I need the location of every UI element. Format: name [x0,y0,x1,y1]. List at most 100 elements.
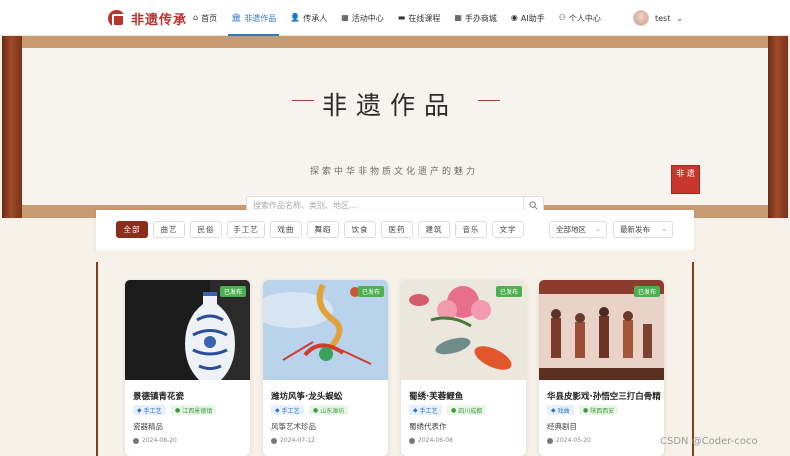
nav-item-courses[interactable]: ▬ 在线课程 [391,0,448,36]
nav-item-works[interactable]: 🏛 非遗作品 [224,0,283,36]
brand-name: 非遗传承 [131,13,188,28]
work-card[interactable]: 已发布 潍坊风筝·龙头蜈蚣 ◆ 手工艺 ● 山东潍坊 风筝艺术珍品 2024-07-… [263,280,388,456]
work-date-value: 2024-06-08 [418,437,453,444]
location-pin-icon: ● [313,406,319,414]
filter-chip[interactable]: 饮食 [344,221,376,238]
chevron-down-icon: ⌄ [661,225,667,233]
work-date-value: 2024-07-12 [280,437,315,444]
work-title: 华县皮影戏·孙悟空三打白骨精 [547,392,661,402]
filter-chip[interactable]: 建筑 [418,221,450,238]
type-tag: ◆ 手工艺 [409,405,442,415]
work-date: 2024-05-20 [547,437,591,444]
nav-item-profile[interactable]: ⚇ 个人中心 [552,0,608,36]
sort-select-value: 最新发布 [620,225,650,234]
type-tag-label: 手工艺 [143,407,162,415]
status-badge: 已发布 [634,286,661,297]
location-tag: ● 四川成都 [447,405,487,415]
nav-label: 非遗作品 [244,13,277,23]
location-tag-label: 四川成都 [458,407,483,415]
status-badge: 已发布 [220,286,247,297]
calendar-icon: ▦ [341,13,349,22]
work-image: 已发布 [263,280,388,380]
filter-chip[interactable]: 手工艺 [227,221,265,238]
nav-item-shop[interactable]: ▦ 手办商城 [447,0,504,36]
status-badge: 已发布 [358,286,385,297]
type-tag: ◆ 手工艺 [271,405,304,415]
filter-chip[interactable]: 音乐 [455,221,487,238]
logo-icon [108,10,125,27]
clock-icon [271,437,277,444]
tag-icon: ◆ [275,406,280,414]
work-card[interactable]: 已发布 华县皮影戏·孙悟空三打白骨精 ◆ 戏曲 ● 陕西西安 经典剧目 2024-0… [539,280,664,456]
work-title: 景德镇青花瓷 [133,392,185,402]
sort-select[interactable]: 最新发布 ⌄ [613,221,673,238]
location-tag: ● 江西景德镇 [171,405,217,415]
filter-chip-all[interactable]: 全部 [116,221,148,238]
region-select-value: 全部地区 [556,225,586,234]
main-nav: ⌂ 首页 🏛 非遗作品 👤 传承人 ▦ 活动中心 ▬ 在线课程 ▦ 手办商城 ◉… [186,0,608,36]
nav-item-inheritors[interactable]: 👤 传承人 [283,0,334,36]
region-select[interactable]: 全部地区 ⌄ [549,221,607,238]
hero-scroll-banner: 非遗作品 探索中华非物质文化遗产的魅力 非 遗 [0,36,790,218]
filter-chip[interactable]: 医药 [381,221,413,238]
nav-label: 手办商城 [464,13,497,23]
nav-item-ai[interactable]: ◉ AI助手 [504,0,552,36]
location-pin-icon: ● [175,406,181,414]
work-date-value: 2024-05-20 [556,437,591,444]
page-title: 非遗作品 [322,91,459,120]
nav-label: 个人中心 [568,13,601,23]
type-tag: ◆ 戏曲 [547,405,574,415]
scroll-paper [22,48,768,205]
filter-chip[interactable]: 文学 [492,221,524,238]
laptop-icon: ▬ [397,13,406,22]
work-description: 蜀绣代表作 [409,422,447,431]
seal-stamp: 非 遗 [671,165,700,194]
type-tag-label: 戏曲 [557,407,570,415]
scroll-band-top [22,36,768,48]
clock-icon [133,437,139,444]
title-dash-left [292,100,314,101]
nav-item-events[interactable]: ▦ 活动中心 [334,0,391,36]
brand-logo[interactable]: 非遗传承 [108,9,187,28]
location-pin-icon: ● [583,406,589,414]
robot-icon: ◉ [510,13,518,22]
store-icon: ▦ [454,13,462,22]
nav-item-home[interactable]: ⌂ 首页 [186,0,224,36]
filter-bar: 全部 曲艺 民俗 手工艺 戏曲 舞蹈 饮食 医药 建筑 音乐 文学 全部地区 ⌄… [96,210,694,250]
watermark-text: CSDN @Coder-coco [660,436,758,447]
top-nav-bar: 非遗传承 ⌂ 首页 🏛 非遗作品 👤 传承人 ▦ 活动中心 ▬ 在线课程 ▦ 手… [0,0,790,36]
work-image: 已发布 [125,280,250,380]
location-tag-label: 江西景德镇 [182,407,213,415]
user-menu[interactable]: test ⌄ [633,10,683,26]
content-border-left [96,262,98,456]
museum-icon: 🏛 [231,13,242,22]
work-card[interactable]: 已发布 蜀绣·芙蓉鲤鱼 ◆ 手工艺 ● 四川成都 蜀绣代表作 2024-06-08 [401,280,526,456]
work-description: 瓷器精品 [133,422,163,431]
filter-chip[interactable]: 舞蹈 [307,221,339,238]
work-description: 风筝艺术珍品 [271,422,316,431]
work-date-value: 2024-08-20 [142,437,177,444]
nav-label: 在线课程 [408,13,441,23]
tag-icon: ◆ [551,406,556,414]
username: test [655,13,671,23]
work-title: 蜀绣·芙蓉鲤鱼 [409,392,464,402]
chevron-down-icon: ⌄ [676,13,684,23]
nav-label: 活动中心 [351,13,384,23]
content-border-right [692,262,694,456]
work-image: 已发布 [539,280,664,380]
type-tag-label: 手工艺 [281,407,300,415]
type-tag: ◆ 手工艺 [133,405,166,415]
work-card[interactable]: 已发布 景德镇青花瓷 ◆ 手工艺 ● 江西景德镇 瓷器精品 2024-08-20 [125,280,250,456]
location-tag-label: 陕西西安 [590,407,615,415]
location-pin-icon: ● [451,406,457,414]
work-description: 经典剧目 [547,422,577,431]
filter-chip[interactable]: 戏曲 [270,221,302,238]
title-dash-right [478,100,500,101]
chevron-down-icon: ⌄ [595,225,601,233]
nav-label: 首页 [201,13,218,23]
filter-chip[interactable]: 曲艺 [153,221,185,238]
person-icon: 👤 [290,13,301,22]
work-date: 2024-07-12 [271,437,315,444]
user-icon: ⚇ [558,13,566,22]
filter-chip[interactable]: 民俗 [190,221,222,238]
